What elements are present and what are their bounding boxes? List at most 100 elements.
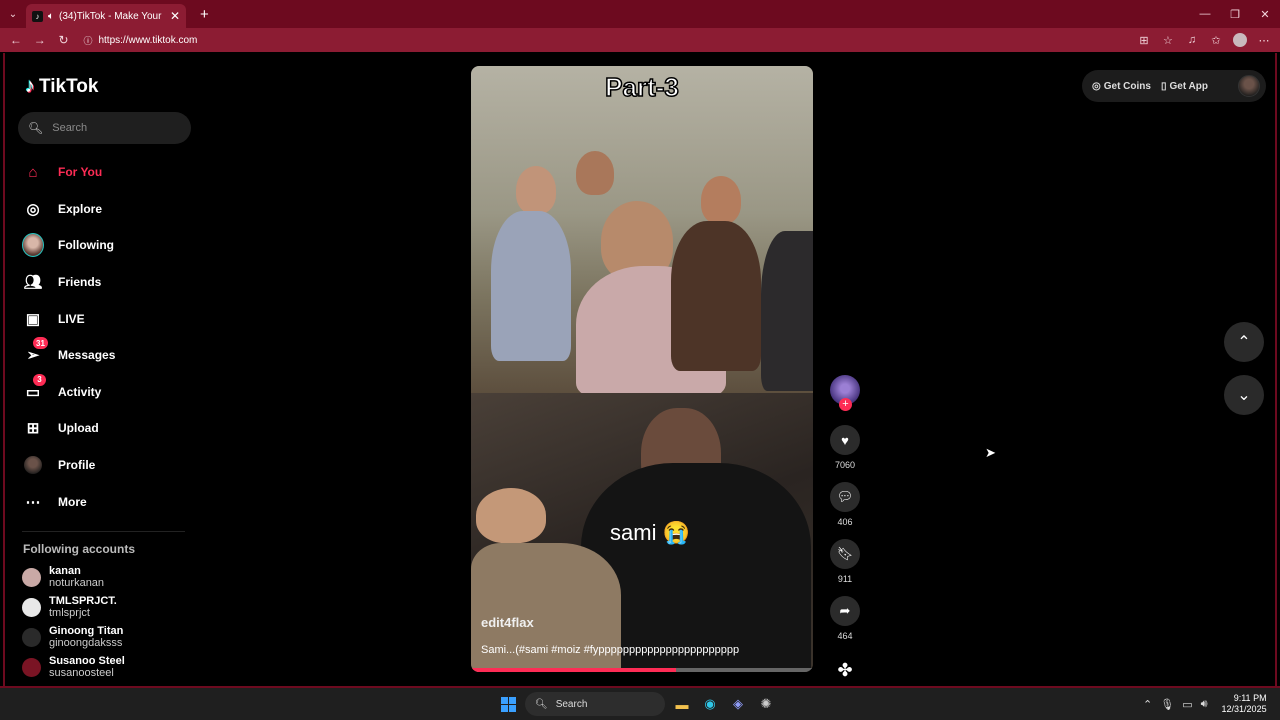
- app-tray-icon[interactable]: ✺: [755, 693, 777, 715]
- creator-avatar[interactable]: +: [830, 375, 860, 411]
- following-account[interactable]: Susanoo Steel susanoosteel: [22, 652, 192, 682]
- like-button[interactable]: ♥: [830, 425, 860, 455]
- forward-icon[interactable]: →: [30, 30, 50, 50]
- user-avatar[interactable]: [1238, 75, 1260, 97]
- get-app-label: Get App: [1169, 80, 1208, 92]
- nav-item-profile[interactable]: Profile: [22, 447, 192, 484]
- compass-icon: ◎: [26, 200, 40, 218]
- taskbar-clock[interactable]: 9:11 PM 12/31/2025: [1222, 693, 1267, 715]
- tiktok-logo[interactable]: ♪ TikTok: [25, 75, 98, 98]
- nav-label: Messages: [58, 348, 116, 363]
- account-name: Ginoong Titan: [49, 625, 124, 637]
- video-author[interactable]: edit4flax: [481, 615, 534, 630]
- address-bar[interactable]: ⓘ https://www.tiktok.com: [77, 30, 1124, 50]
- taskbar: 🔍︎ Search ▬ ◉ ◈ ✺ ⌃ 🎙︎ ▭ 🔊︎ 9:11 PM 12/3…: [0, 688, 1280, 720]
- more-icon: ⋯: [25, 493, 41, 511]
- video-title-overlay: Part-3: [604, 71, 679, 103]
- favorite-star-icon[interactable]: ☆: [1158, 30, 1178, 50]
- nav-label: Profile: [58, 458, 96, 473]
- restore-icon[interactable]: ❐: [1220, 0, 1250, 28]
- following-account[interactable]: TMLSPRJCT. tmlsprjct: [22, 592, 192, 622]
- get-coins-button[interactable]: ◎ Get Coins: [1092, 81, 1151, 92]
- window-controls: — ❐ ✕: [1190, 0, 1280, 28]
- nav-label: Friends: [58, 275, 102, 290]
- nav-item-friends[interactable]: 👥︎ Friends: [22, 264, 192, 301]
- browser-tab[interactable]: ♪ 🔈︎ (34)TikTok - Make Your Day ✕: [26, 4, 186, 28]
- close-window-icon[interactable]: ✕: [1250, 0, 1280, 28]
- share-button[interactable]: ➦: [830, 596, 860, 626]
- edge-browser-icon[interactable]: ◉: [699, 693, 721, 715]
- search-box[interactable]: 🔍︎: [18, 112, 191, 144]
- video-progress-fill: [471, 668, 677, 672]
- main-nav: ⌂ For You ◎ Explore Following 👥︎ Friends…: [22, 154, 192, 520]
- mouse-cursor-icon: ➤: [985, 445, 996, 460]
- nav-label: LIVE: [58, 311, 85, 326]
- tab-close-icon[interactable]: ✕: [170, 9, 180, 23]
- share-count: 464: [837, 631, 853, 641]
- activity-icon: ▭ 3: [22, 373, 46, 403]
- home-icon: ⌂: [28, 163, 38, 181]
- nav-item-upload[interactable]: ⊞ Upload: [22, 410, 192, 447]
- taskbar-search-label: Search: [555, 698, 588, 710]
- messages-icon: ➢ 31: [22, 337, 48, 366]
- nav-item-explore[interactable]: ◎ Explore: [22, 191, 192, 228]
- account-name: kanan: [49, 565, 81, 577]
- nav-item-following[interactable]: Following: [22, 227, 192, 264]
- nav-label: Following: [58, 238, 114, 253]
- video-frame-top: [471, 66, 813, 396]
- favorites-icon[interactable]: ✩: [1206, 30, 1226, 50]
- account-avatar: [22, 627, 41, 647]
- comment-button[interactable]: 💬︎: [830, 482, 860, 512]
- speaker-icon[interactable]: 🔈︎: [48, 11, 54, 22]
- nav-item-live[interactable]: ▣ LIVE: [22, 300, 192, 337]
- browser-menu-icon[interactable]: ⋯: [1254, 30, 1274, 50]
- discord-icon[interactable]: ◈: [727, 693, 749, 715]
- tab-actions-chevron-icon[interactable]: ⌄: [0, 0, 26, 28]
- video-player[interactable]: Part-3 sami 😭 edit4flax Sami...(#sami #m…: [471, 66, 813, 672]
- tray-chevron-icon[interactable]: ⌃: [1143, 698, 1152, 711]
- windows-start-icon[interactable]: [497, 693, 519, 715]
- get-app-button[interactable]: ▯ Get App: [1161, 81, 1208, 92]
- volume-icon[interactable]: 🔊︎: [1201, 698, 1208, 711]
- like-count: 7060: [834, 460, 856, 470]
- file-explorer-icon[interactable]: ▬: [671, 693, 693, 715]
- chevron-up-icon: ⌃: [1237, 334, 1251, 351]
- network-icon[interactable]: ▭: [1182, 698, 1192, 711]
- video-progress-bar[interactable]: [471, 668, 813, 672]
- reload-icon[interactable]: ↻: [54, 30, 74, 50]
- video-caption-overlay: sami 😭: [610, 520, 690, 545]
- clover-icon: ✤: [837, 659, 853, 680]
- account-username: susanoosteel: [49, 667, 114, 679]
- nav-item-for-you[interactable]: ⌂ For You: [22, 154, 192, 191]
- activity-badge: 3: [33, 373, 46, 386]
- nav-item-activity[interactable]: ▭ 3 Activity: [22, 373, 192, 411]
- save-count: 911: [837, 574, 853, 584]
- chevron-down-icon: ⌄: [1237, 387, 1251, 404]
- app-available-icon[interactable]: ⊞: [1134, 30, 1154, 50]
- nav-item-messages[interactable]: ➢ 31 Messages: [22, 337, 192, 374]
- following-account[interactable]: Ginoong Titan ginoongdaksss: [22, 622, 192, 652]
- back-icon[interactable]: ←: [6, 30, 26, 50]
- clock-date: 12/31/2025: [1221, 704, 1267, 714]
- video-description[interactable]: Sami...(#sami #moiz #fyppppppppppppppppp…: [481, 644, 803, 656]
- heart-icon: ♥: [841, 432, 849, 448]
- following-account[interactable]: kanan noturkanan: [22, 562, 192, 592]
- save-button[interactable]: 🔖︎: [830, 539, 860, 569]
- new-tab-icon[interactable]: +: [200, 6, 209, 23]
- sound-disc-button[interactable]: ✤: [830, 655, 860, 685]
- bookmark-icon: 🔖︎: [836, 546, 854, 561]
- browser-profile-icon[interactable]: [1230, 30, 1250, 50]
- following-accounts-list: kanan noturkanan TMLSPRJCT. tmlsprjct Gi…: [22, 562, 192, 682]
- nav-label: For You: [58, 165, 103, 180]
- previous-video-button[interactable]: ⌃: [1224, 322, 1264, 362]
- next-video-button[interactable]: ⌄: [1224, 375, 1264, 415]
- extension-icon[interactable]: ♫: [1182, 30, 1202, 50]
- microphone-icon[interactable]: 🎙︎: [1160, 698, 1174, 711]
- site-info-icon[interactable]: ⓘ: [83, 34, 92, 47]
- minimize-icon[interactable]: —: [1190, 0, 1220, 28]
- nav-item-more[interactable]: ⋯ More: [22, 483, 192, 520]
- follow-plus-icon[interactable]: +: [839, 398, 852, 411]
- search-input[interactable]: [52, 122, 173, 134]
- clock-time: 9:11 PM: [1233, 693, 1267, 703]
- taskbar-search[interactable]: 🔍︎ Search: [525, 692, 665, 716]
